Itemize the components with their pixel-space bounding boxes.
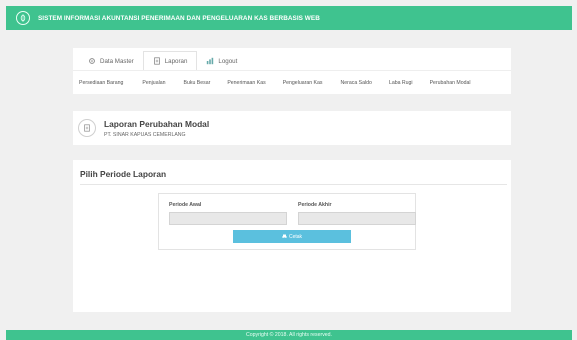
tab-laporan[interactable]: Laporan [142, 51, 198, 70]
submenu-neraca-saldo[interactable]: Neraca Saldo [341, 80, 372, 86]
tab-label: Laporan [164, 57, 188, 65]
submenu-laba-rugi[interactable]: Laba Rugi [389, 80, 413, 86]
app-title: SISTEM INFORMASI AKUNTANSI PENERIMAAN DA… [38, 14, 320, 22]
end-period-label: Periode Akhir [298, 202, 332, 208]
submenu-perubahan-modal[interactable]: Perubahan Modal [430, 80, 471, 86]
section-divider [80, 184, 507, 185]
gear-icon [88, 57, 96, 65]
chart-icon [206, 57, 214, 65]
submenu-penjualan[interactable]: Penjualan [142, 80, 165, 86]
start-period-input[interactable] [169, 212, 287, 225]
page-title: Laporan Perubahan Modal [104, 118, 210, 129]
footer: Copyright © 2018. All rights reserved. [6, 330, 572, 340]
report-period-card: Pilih Periode Laporan Periode Awal Perio… [73, 160, 511, 312]
tab-bar: Data Master Laporan Logout [73, 48, 511, 70]
period-form: Periode Awal Periode Akhir Cetak [158, 193, 416, 250]
submenu-penerimaan-kas[interactable]: Penerimaan Kas [227, 80, 265, 86]
document-icon [153, 57, 161, 65]
print-button[interactable]: Cetak [233, 230, 351, 243]
end-period-input[interactable] [298, 212, 416, 225]
submenu-persediaan-barang[interactable]: Persediaan Barang [79, 80, 123, 86]
submenu-pengeluaran-kas[interactable]: Pengeluaran Kas [283, 80, 323, 86]
submenu-buku-besar[interactable]: Buku Besar [184, 80, 211, 86]
report-submenu: Persediaan Barang Penjualan Buku Besar P… [73, 70, 511, 94]
document-icon [78, 119, 96, 137]
tab-logout[interactable]: Logout [197, 52, 246, 70]
navigation-card: Data Master Laporan Logout Persediaan Ba… [73, 48, 511, 94]
page-header-card: Laporan Perubahan Modal PT. SINAR KAPUAS… [73, 111, 511, 145]
section-title: Pilih Periode Laporan [80, 169, 167, 179]
leaf-logo-icon [16, 11, 30, 25]
printer-icon [282, 234, 287, 239]
tab-label: Logout [218, 57, 238, 65]
company-name: PT. SINAR KAPUAS CEMERLANG [104, 131, 186, 138]
copyright-text: Copyright © 2018. All rights reserved. [246, 332, 332, 338]
print-button-label: Cetak [288, 233, 303, 240]
tab-label: Data Master [100, 57, 134, 65]
start-period-label: Periode Awal [169, 202, 202, 208]
top-bar: SISTEM INFORMASI AKUNTANSI PENERIMAAN DA… [6, 6, 572, 30]
tab-data-master[interactable]: Data Master [79, 52, 143, 70]
